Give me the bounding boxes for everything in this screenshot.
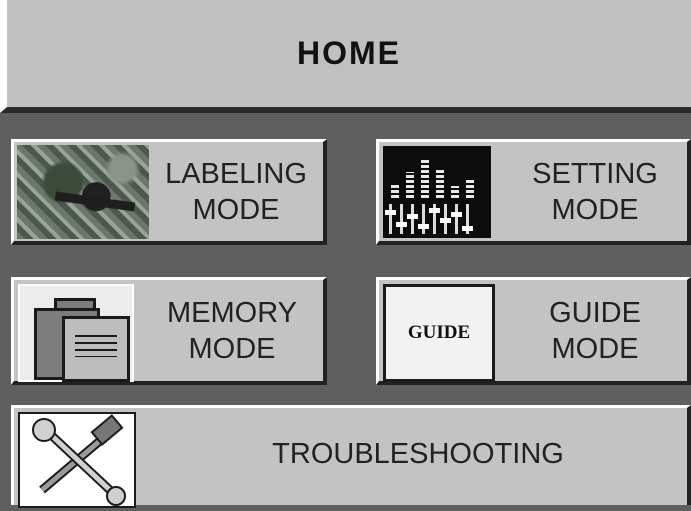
troubleshooting-button[interactable]: TROUBLESHOOTING <box>11 405 691 508</box>
memory-mode-button[interactable]: MEMORY MODE <box>11 277 327 385</box>
hammer-wrench-icon <box>18 412 136 508</box>
guide-book-icon: GUIDE <box>383 284 495 382</box>
guide-icon-text: GUIDE <box>407 322 471 343</box>
page-title: HOME <box>297 35 401 71</box>
folder-document-icon <box>18 284 134 382</box>
setting-mode-button[interactable]: SETTING MODE <box>376 139 691 245</box>
setting-mode-label: SETTING MODE <box>532 158 658 226</box>
guide-mode-button[interactable]: GUIDE GUIDE MODE <box>376 277 691 385</box>
equalizer-sliders-icon <box>383 146 491 238</box>
troubleshooting-label: TROUBLESHOOTING <box>272 438 564 470</box>
header-bar: HOME <box>0 0 691 113</box>
memory-mode-label: MEMORY MODE <box>167 297 297 365</box>
labeling-mode-button[interactable]: LABELING MODE <box>11 139 327 245</box>
labeling-mode-label: LABELING MODE <box>165 158 307 226</box>
labeling-photo-icon <box>17 145 149 239</box>
guide-mode-label: GUIDE MODE <box>549 297 641 365</box>
